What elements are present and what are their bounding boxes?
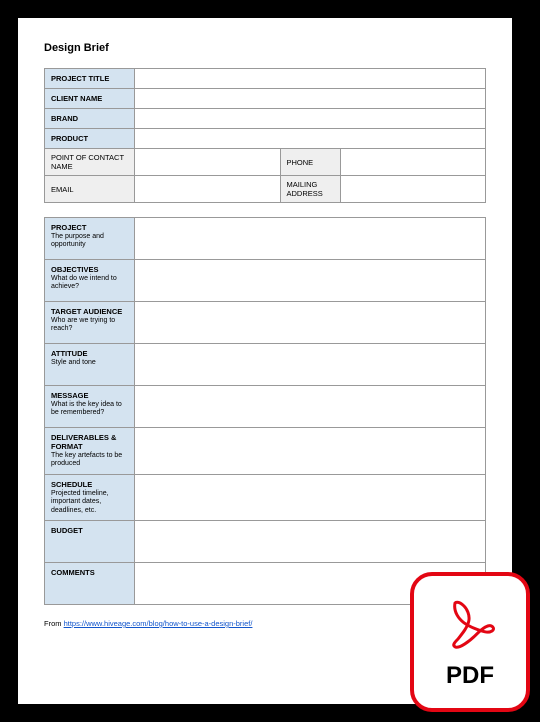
label-project-title: PROJECT TITLE: [45, 69, 135, 89]
section-value: [135, 302, 486, 344]
section-title: DELIVERABLES & FORMAT: [51, 433, 128, 451]
label-product: PRODUCT: [45, 129, 135, 149]
section-label-comments: COMMENTS: [45, 562, 135, 604]
label-mailing-address: MAILING ADDRESS: [280, 176, 340, 203]
section-title: TARGET AUDIENCE: [51, 307, 128, 316]
table-row: TARGET AUDIENCE Who are we trying to rea…: [45, 302, 486, 344]
table-row: POINT OF CONTACT NAME PHONE: [45, 149, 486, 176]
label-point-of-contact: POINT OF CONTACT NAME: [45, 149, 135, 176]
table-row: PROJECT TITLE: [45, 69, 486, 89]
value-point-of-contact: [135, 149, 281, 176]
pdf-badge: PDF: [410, 572, 530, 712]
section-sub: The purpose and opportunity: [51, 233, 128, 250]
section-value: [135, 344, 486, 386]
section-table: PROJECT The purpose and opportunity OBJE…: [44, 217, 486, 605]
section-sub: What do we intend to achieve?: [51, 275, 128, 292]
table-row: EMAIL MAILING ADDRESS: [45, 176, 486, 203]
section-sub: Who are we trying to reach?: [51, 317, 128, 334]
section-label-budget: BUDGET: [45, 520, 135, 562]
label-email: EMAIL: [45, 176, 135, 203]
section-title: MESSAGE: [51, 391, 128, 400]
value-product: [135, 129, 486, 149]
label-brand: BRAND: [45, 109, 135, 129]
section-sub: The key artefacts to be produced: [51, 452, 128, 469]
section-label-schedule: SCHEDULE Projected timeline, important d…: [45, 474, 135, 520]
section-value: [135, 260, 486, 302]
section-title: SCHEDULE: [51, 480, 128, 489]
section-label-deliverables: DELIVERABLES & FORMAT The key artefacts …: [45, 428, 135, 475]
page-title: Design Brief: [44, 42, 486, 54]
footer-prefix: From: [44, 619, 64, 628]
table-row: SCHEDULE Projected timeline, important d…: [45, 474, 486, 520]
table-row: BUDGET: [45, 520, 486, 562]
value-client-name: [135, 89, 486, 109]
table-row: BRAND: [45, 109, 486, 129]
value-brand: [135, 109, 486, 129]
table-row: OBJECTIVES What do we intend to achieve?: [45, 260, 486, 302]
section-sub: What is the key idea to be remembered?: [51, 401, 128, 418]
value-project-title: [135, 69, 486, 89]
label-client-name: CLIENT NAME: [45, 89, 135, 109]
section-label-target-audience: TARGET AUDIENCE Who are we trying to rea…: [45, 302, 135, 344]
section-title: PROJECT: [51, 223, 128, 232]
section-value: [135, 218, 486, 260]
table-row: DELIVERABLES & FORMAT The key artefacts …: [45, 428, 486, 475]
section-value: [135, 386, 486, 428]
table-row: PRODUCT: [45, 129, 486, 149]
section-value: [135, 428, 486, 475]
section-label-project: PROJECT The purpose and opportunity: [45, 218, 135, 260]
table-row: MESSAGE What is the key idea to be remem…: [45, 386, 486, 428]
section-value: [135, 520, 486, 562]
section-label-attitude: ATTITUDE Style and tone: [45, 344, 135, 386]
value-email: [135, 176, 281, 203]
header-table: PROJECT TITLE CLIENT NAME BRAND PRODUCT …: [44, 68, 486, 203]
table-row: PROJECT The purpose and opportunity: [45, 218, 486, 260]
section-title: BUDGET: [51, 526, 128, 535]
label-phone: PHONE: [280, 149, 340, 176]
section-label-message: MESSAGE What is the key idea to be remem…: [45, 386, 135, 428]
table-row: ATTITUDE Style and tone: [45, 344, 486, 386]
value-mailing-address: [340, 176, 486, 203]
pdf-badge-text: PDF: [446, 662, 494, 690]
section-sub: Style and tone: [51, 359, 128, 367]
footer-link[interactable]: https://www.hiveage.com/blog/how-to-use-…: [64, 619, 253, 628]
value-phone: [340, 149, 486, 176]
section-value: [135, 474, 486, 520]
pdf-icon: [440, 594, 500, 654]
section-title: COMMENTS: [51, 568, 128, 577]
section-label-objectives: OBJECTIVES What do we intend to achieve?: [45, 260, 135, 302]
section-title: OBJECTIVES: [51, 265, 128, 274]
section-sub: Projected timeline, important dates, dea…: [51, 490, 128, 515]
section-title: ATTITUDE: [51, 349, 128, 358]
table-row: CLIENT NAME: [45, 89, 486, 109]
